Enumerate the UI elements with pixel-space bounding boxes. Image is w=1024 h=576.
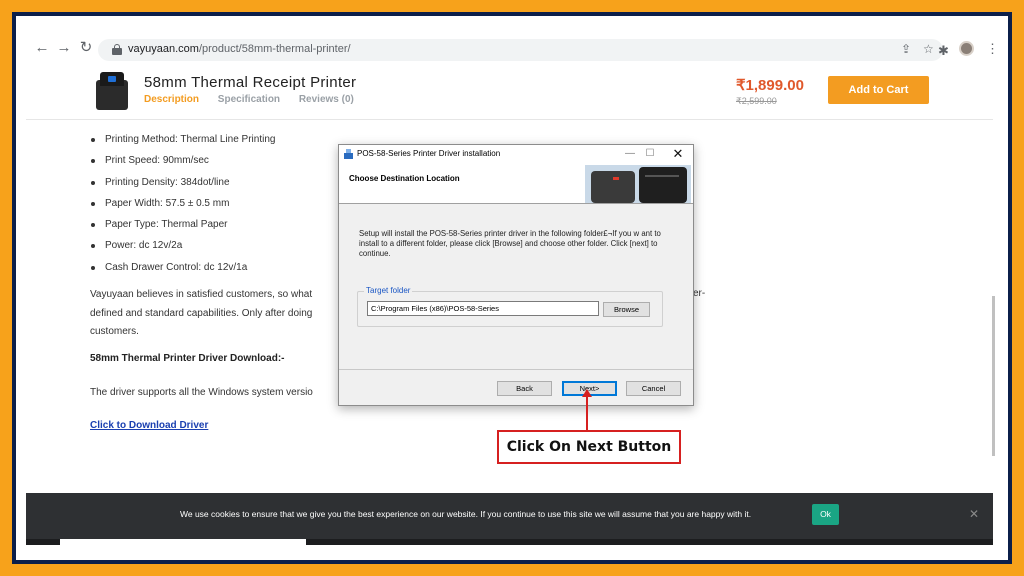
product-title: 58mm Thermal Receipt Printer xyxy=(144,74,357,91)
page-scrollbar[interactable] xyxy=(992,296,995,456)
browser-toolbar: ← → ↻ vayuyaan.com/product/58mm-thermal-… xyxy=(16,16,1008,64)
support-text: The driver supports all the Windows syst… xyxy=(90,387,313,398)
tab-reviews[interactable]: Reviews (0) xyxy=(299,94,354,105)
spec-list: Printing Method: Thermal Line Printing P… xyxy=(90,134,275,283)
dialog-subtitle: Choose Destination Location xyxy=(349,174,460,183)
dialog-description: Setup will install the POS-58-Series pri… xyxy=(359,229,661,258)
extensions-icon[interactable]: ✱ xyxy=(938,43,949,59)
minimize-icon[interactable]: — xyxy=(621,147,639,161)
paragraph-line-end: er- xyxy=(693,288,706,299)
installer-dialog: POS-58-Series Printer Driver installatio… xyxy=(338,144,694,406)
product-thumbnail xyxy=(96,72,128,110)
add-to-cart-button[interactable]: Add to Cart xyxy=(828,76,929,104)
product-tabs: Description Specification Reviews (0) xyxy=(144,94,370,105)
product-price: ₹1,899.00 xyxy=(736,77,804,94)
close-icon[interactable]: ✕ xyxy=(669,147,687,161)
cookie-banner: We use cookies to ensure that we give yo… xyxy=(26,493,993,539)
profile-avatar[interactable] xyxy=(959,41,974,56)
cancel-button[interactable]: Cancel xyxy=(626,381,681,396)
list-item: Paper Width: 57.5 ± 0.5 mm xyxy=(90,198,275,219)
address-bar[interactable]: vayuyaan.com/product/58mm-thermal-printe… xyxy=(98,39,943,61)
printer-banner-image xyxy=(585,165,691,203)
product-sticky-header: 58mm Thermal Receipt Printer Description… xyxy=(26,64,993,120)
url-path: /product/58mm-thermal-printer/ xyxy=(198,43,351,55)
download-driver-link[interactable]: Click to Download Driver xyxy=(90,420,208,431)
list-item: Printing Density: 384dot/line xyxy=(90,177,275,198)
list-item: Print Speed: 90mm/sec xyxy=(90,155,275,176)
download-heading: 58mm Thermal Printer Driver Download:- xyxy=(90,353,285,364)
close-icon[interactable]: ✕ xyxy=(969,507,979,521)
url-domain: vayuyaan.com xyxy=(128,43,199,55)
callout-label: Click On Next Button xyxy=(497,430,681,464)
share-icon[interactable]: ⇪ xyxy=(901,42,911,56)
folder-path-input[interactable] xyxy=(367,301,599,316)
group-label: Target folder xyxy=(364,286,413,295)
target-folder-group: Target folder Browse xyxy=(357,286,663,327)
cookie-ok-button[interactable]: Ok xyxy=(812,504,839,525)
dialog-titlebar[interactable]: POS-58-Series Printer Driver installatio… xyxy=(339,145,693,164)
product-old-price: ₹2,599.00 xyxy=(736,96,777,106)
browse-button[interactable]: Browse xyxy=(603,302,650,317)
divider xyxy=(339,369,693,370)
back-button[interactable]: Back xyxy=(497,381,552,396)
callout-arrow-icon xyxy=(582,389,592,397)
installer-icon xyxy=(344,149,353,159)
maximize-icon[interactable]: ☐ xyxy=(641,147,659,161)
dialog-title: POS-58-Series Printer Driver installatio… xyxy=(357,149,501,158)
kebab-menu-icon[interactable]: ⋮ xyxy=(986,41,999,57)
cookie-text: We use cookies to ensure that we give yo… xyxy=(180,509,752,519)
star-icon[interactable]: ☆ xyxy=(923,42,934,56)
reload-icon[interactable]: ↻ xyxy=(78,40,94,56)
arrow-left-icon[interactable]: ← xyxy=(34,40,50,56)
callout-line xyxy=(586,395,588,430)
tab-specification[interactable]: Specification xyxy=(218,94,280,105)
list-item: Printing Method: Thermal Line Printing xyxy=(90,134,275,155)
footer-element xyxy=(60,539,306,545)
list-item: Power: dc 12v/2a xyxy=(90,240,275,261)
list-item: Paper Type: Thermal Paper xyxy=(90,219,275,240)
arrow-right-icon[interactable]: → xyxy=(56,40,72,56)
tab-description[interactable]: Description xyxy=(144,94,199,105)
lock-icon xyxy=(112,44,122,55)
browser-window: ← → ↻ vayuyaan.com/product/58mm-thermal-… xyxy=(16,16,1008,560)
dialog-header: Choose Destination Location xyxy=(339,164,693,204)
url-text: vayuyaan.com/product/58mm-thermal-printe… xyxy=(128,43,351,55)
list-item: Cash Drawer Control: dc 12v/1a xyxy=(90,262,275,283)
